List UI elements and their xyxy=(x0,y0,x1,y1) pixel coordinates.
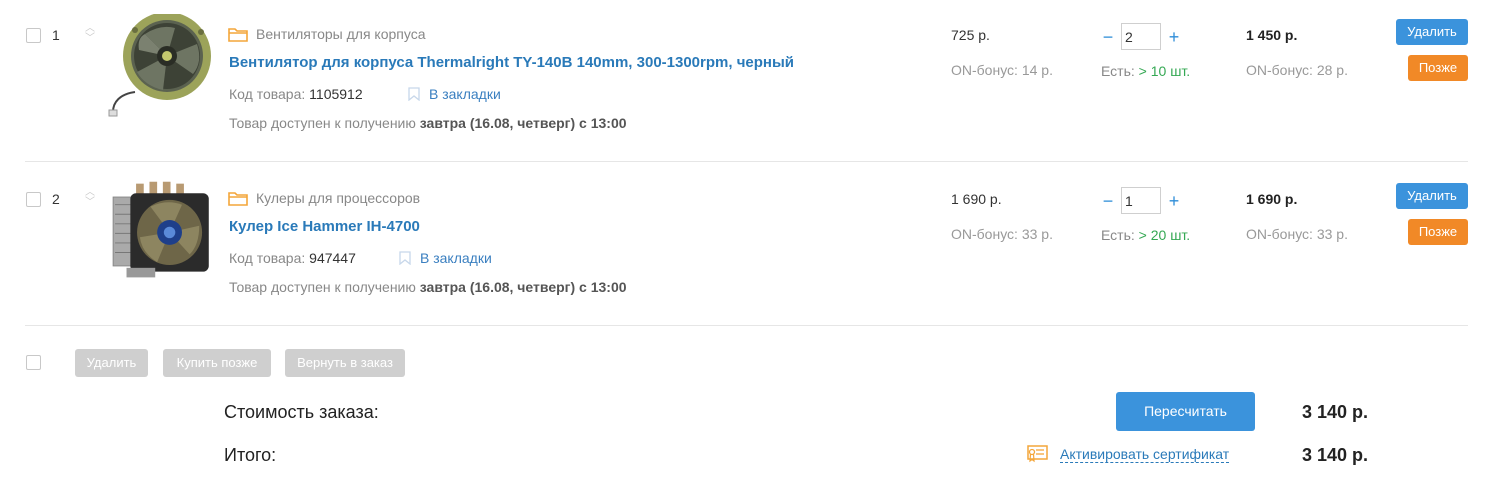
bookmark-link[interactable]: В закладки xyxy=(408,86,501,102)
qty-plus-button[interactable]: + xyxy=(1165,192,1183,210)
folder-icon xyxy=(228,192,248,206)
bulk-buy-later-button[interactable]: Купить позже xyxy=(163,349,271,377)
cart-item-row: 1 ︿ ﹀ Вентиляторы для корпуса Вентилятор … xyxy=(25,0,1468,162)
item-category[interactable]: Вентиляторы для корпуса xyxy=(228,26,426,42)
unit-price: 1 690 р. xyxy=(951,191,1002,207)
certificate-icon xyxy=(1027,445,1048,463)
bulk-return-button[interactable]: Вернуть в заказ xyxy=(285,349,405,377)
later-item-button[interactable]: Позже xyxy=(1408,55,1468,81)
unit-bonus: ON-бонус: 33 р. xyxy=(951,226,1053,242)
quantity-input[interactable] xyxy=(1121,23,1161,50)
stock-status: Есть: > 10 шт. xyxy=(1101,63,1191,79)
category-label: Кулеры для процессоров xyxy=(256,190,421,206)
qty-minus-button[interactable]: − xyxy=(1099,28,1117,46)
bookmark-link[interactable]: В закладки xyxy=(399,250,492,266)
folder-icon xyxy=(228,28,248,42)
stock-value: > 20 шт. xyxy=(1138,227,1191,243)
total-value: 3 140 р. xyxy=(1302,445,1369,465)
item-title-link[interactable]: Вентилятор для корпуса Thermalright TY-1… xyxy=(229,54,794,71)
stock-value: > 10 шт. xyxy=(1138,63,1191,79)
product-image-cooler[interactable] xyxy=(105,176,215,286)
total-label: Итого: xyxy=(224,445,277,465)
delete-item-button[interactable]: Удалить xyxy=(1396,183,1468,209)
cart-item-row: 2 ︿ ﹀ Кулеры для процессоров Кулер Ice Ha… xyxy=(25,164,1468,326)
item-index: 1 xyxy=(52,27,60,43)
item-code: Код товара: 947447 xyxy=(229,250,356,266)
sort-handle-icon[interactable]: ︿ ﹀ xyxy=(84,188,96,210)
item-checkbox[interactable] xyxy=(26,192,41,207)
qty-plus-button[interactable]: + xyxy=(1165,28,1183,46)
bulk-delete-button[interactable]: Удалить xyxy=(75,349,148,377)
item-category[interactable]: Кулеры для процессоров xyxy=(228,190,420,206)
bookmark-icon xyxy=(408,87,420,101)
quantity-input[interactable] xyxy=(1121,187,1161,214)
recalculate-button[interactable]: Пересчитать xyxy=(1116,392,1255,431)
availability-text: Товар доступен к получению завтра (16.08… xyxy=(229,115,627,131)
line-total-bonus: ON-бонус: 28 р. xyxy=(1246,62,1348,78)
unit-bonus: ON-бонус: 14 р. xyxy=(951,62,1053,78)
availability-text: Товар доступен к получению завтра (16.08… xyxy=(229,279,627,295)
quantity-stepper: − + xyxy=(1099,23,1183,50)
quantity-stepper: − + xyxy=(1099,187,1183,214)
qty-minus-button[interactable]: − xyxy=(1099,192,1117,210)
unit-price: 725 р. xyxy=(951,27,990,43)
bookmark-icon xyxy=(399,251,411,265)
activate-certificate-link[interactable]: Активировать сертификат xyxy=(1060,446,1230,463)
item-index: 2 xyxy=(52,191,60,207)
category-label: Вентиляторы для корпуса xyxy=(256,26,426,42)
order-cost-value: 3 140 р. xyxy=(1302,402,1369,422)
select-all-checkbox[interactable] xyxy=(26,355,41,370)
line-total: 1 450 р. xyxy=(1246,27,1298,43)
item-code: Код товара: 1105912 xyxy=(229,86,363,102)
stock-status: Есть: > 20 шт. xyxy=(1101,227,1191,243)
item-checkbox[interactable] xyxy=(26,28,41,43)
item-title-link[interactable]: Кулер Ice Hammer IH-4700 xyxy=(229,218,420,235)
order-cost-label: Стоимость заказа: xyxy=(224,402,379,422)
item-code-value: 1105912 xyxy=(309,86,363,102)
sort-handle-icon[interactable]: ︿ ﹀ xyxy=(84,24,96,46)
line-total-bonus: ON-бонус: 33 р. xyxy=(1246,226,1348,242)
delete-item-button[interactable]: Удалить xyxy=(1396,19,1468,45)
activate-certificate[interactable]: Активировать сертификат xyxy=(1027,445,1230,463)
item-code-value: 947447 xyxy=(309,250,356,266)
later-item-button[interactable]: Позже xyxy=(1408,219,1468,245)
product-image-fan[interactable] xyxy=(105,14,215,124)
line-total: 1 690 р. xyxy=(1246,191,1298,207)
